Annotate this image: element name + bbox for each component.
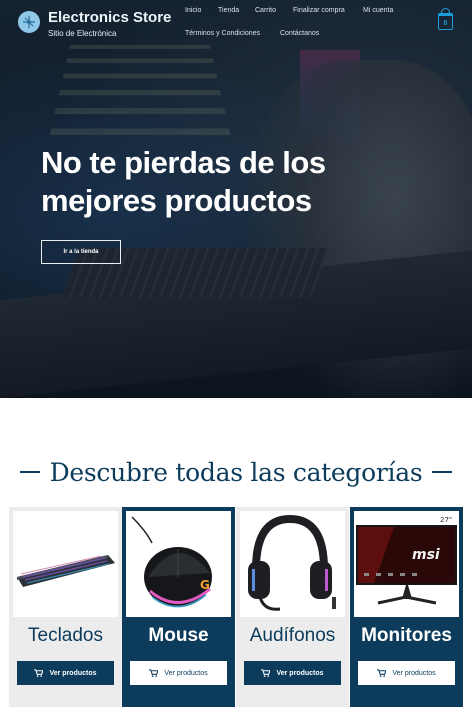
circuit-icon [23,16,35,28]
nav-item-tienda[interactable]: Tienda [218,7,239,14]
categories-title: Descubre todas las categorías [49,457,423,487]
shop-button[interactable]: Ir a la tienda [41,240,121,264]
site-header: Electronics Store Sitio de Electrónica I… [0,0,472,48]
category-name: Teclados [28,625,103,646]
category-card-teclados[interactable]: Teclados Ver productos [9,507,122,707]
headphones-image[interactable] [240,511,345,617]
view-products-button[interactable]: Ver productos [130,661,227,685]
nav-item-mi-cuenta[interactable]: Mi cuenta [363,7,393,14]
site-logo-icon[interactable] [18,11,40,33]
shopping-cart-icon [377,669,387,677]
view-products-label: Ver productos [276,669,324,677]
shopping-cart-icon [34,669,44,677]
site-description: Sitio de Electrónica [48,29,117,38]
category-card-audifonos[interactable]: Audífonos Ver productos [236,507,349,707]
monitor-size-text: 27" [440,516,452,524]
view-products-label: Ver productos [392,669,436,677]
nav-item-contactanos[interactable]: Contáctanos [280,30,319,37]
heading-dash-left [19,471,40,473]
hero-title: No te pierdas de los mejores productos [41,145,326,218]
nav-item-carrito[interactable]: Carrito [255,7,276,14]
categories-heading: Descubre todas las categorías [0,455,472,489]
shopping-cart-icon [149,669,159,677]
view-products-label: Ver productos [49,669,97,677]
view-products-button[interactable]: Ver productos [358,661,455,685]
category-name: Audífonos [249,625,336,646]
heading-dash-right [432,471,453,473]
category-card-monitores[interactable]: msi 27" Monitores Ver productos [350,507,463,707]
category-name: Mouse [148,625,209,646]
view-products-button[interactable]: Ver productos [17,661,114,685]
view-products-label: Ver productos [164,669,208,677]
category-grid: Teclados Ver productos G Mouse Ver produ… [9,507,463,707]
site-title[interactable]: Electronics Store [48,9,171,26]
monitor-image[interactable]: msi 27" [354,511,459,617]
shopping-cart-icon [261,669,271,677]
mouse-image[interactable]: G [126,511,231,617]
cart-icon[interactable]: 0 [438,13,453,30]
svg-text:G: G [200,578,210,592]
category-card-mouse[interactable]: G Mouse Ver productos [122,507,235,707]
keyboard-image[interactable] [13,511,118,617]
nav-item-inicio[interactable]: Inicio [185,7,201,14]
category-name: Monitores [361,625,452,646]
monitor-brand-text: msi [412,547,440,563]
view-products-button[interactable]: Ver productos [244,661,341,685]
nav-item-terminos[interactable]: Términos y Condiciones [185,30,260,37]
nav-item-finalizar-compra[interactable]: Finalizar compra [293,7,345,14]
cart-count: 0 [443,20,448,27]
